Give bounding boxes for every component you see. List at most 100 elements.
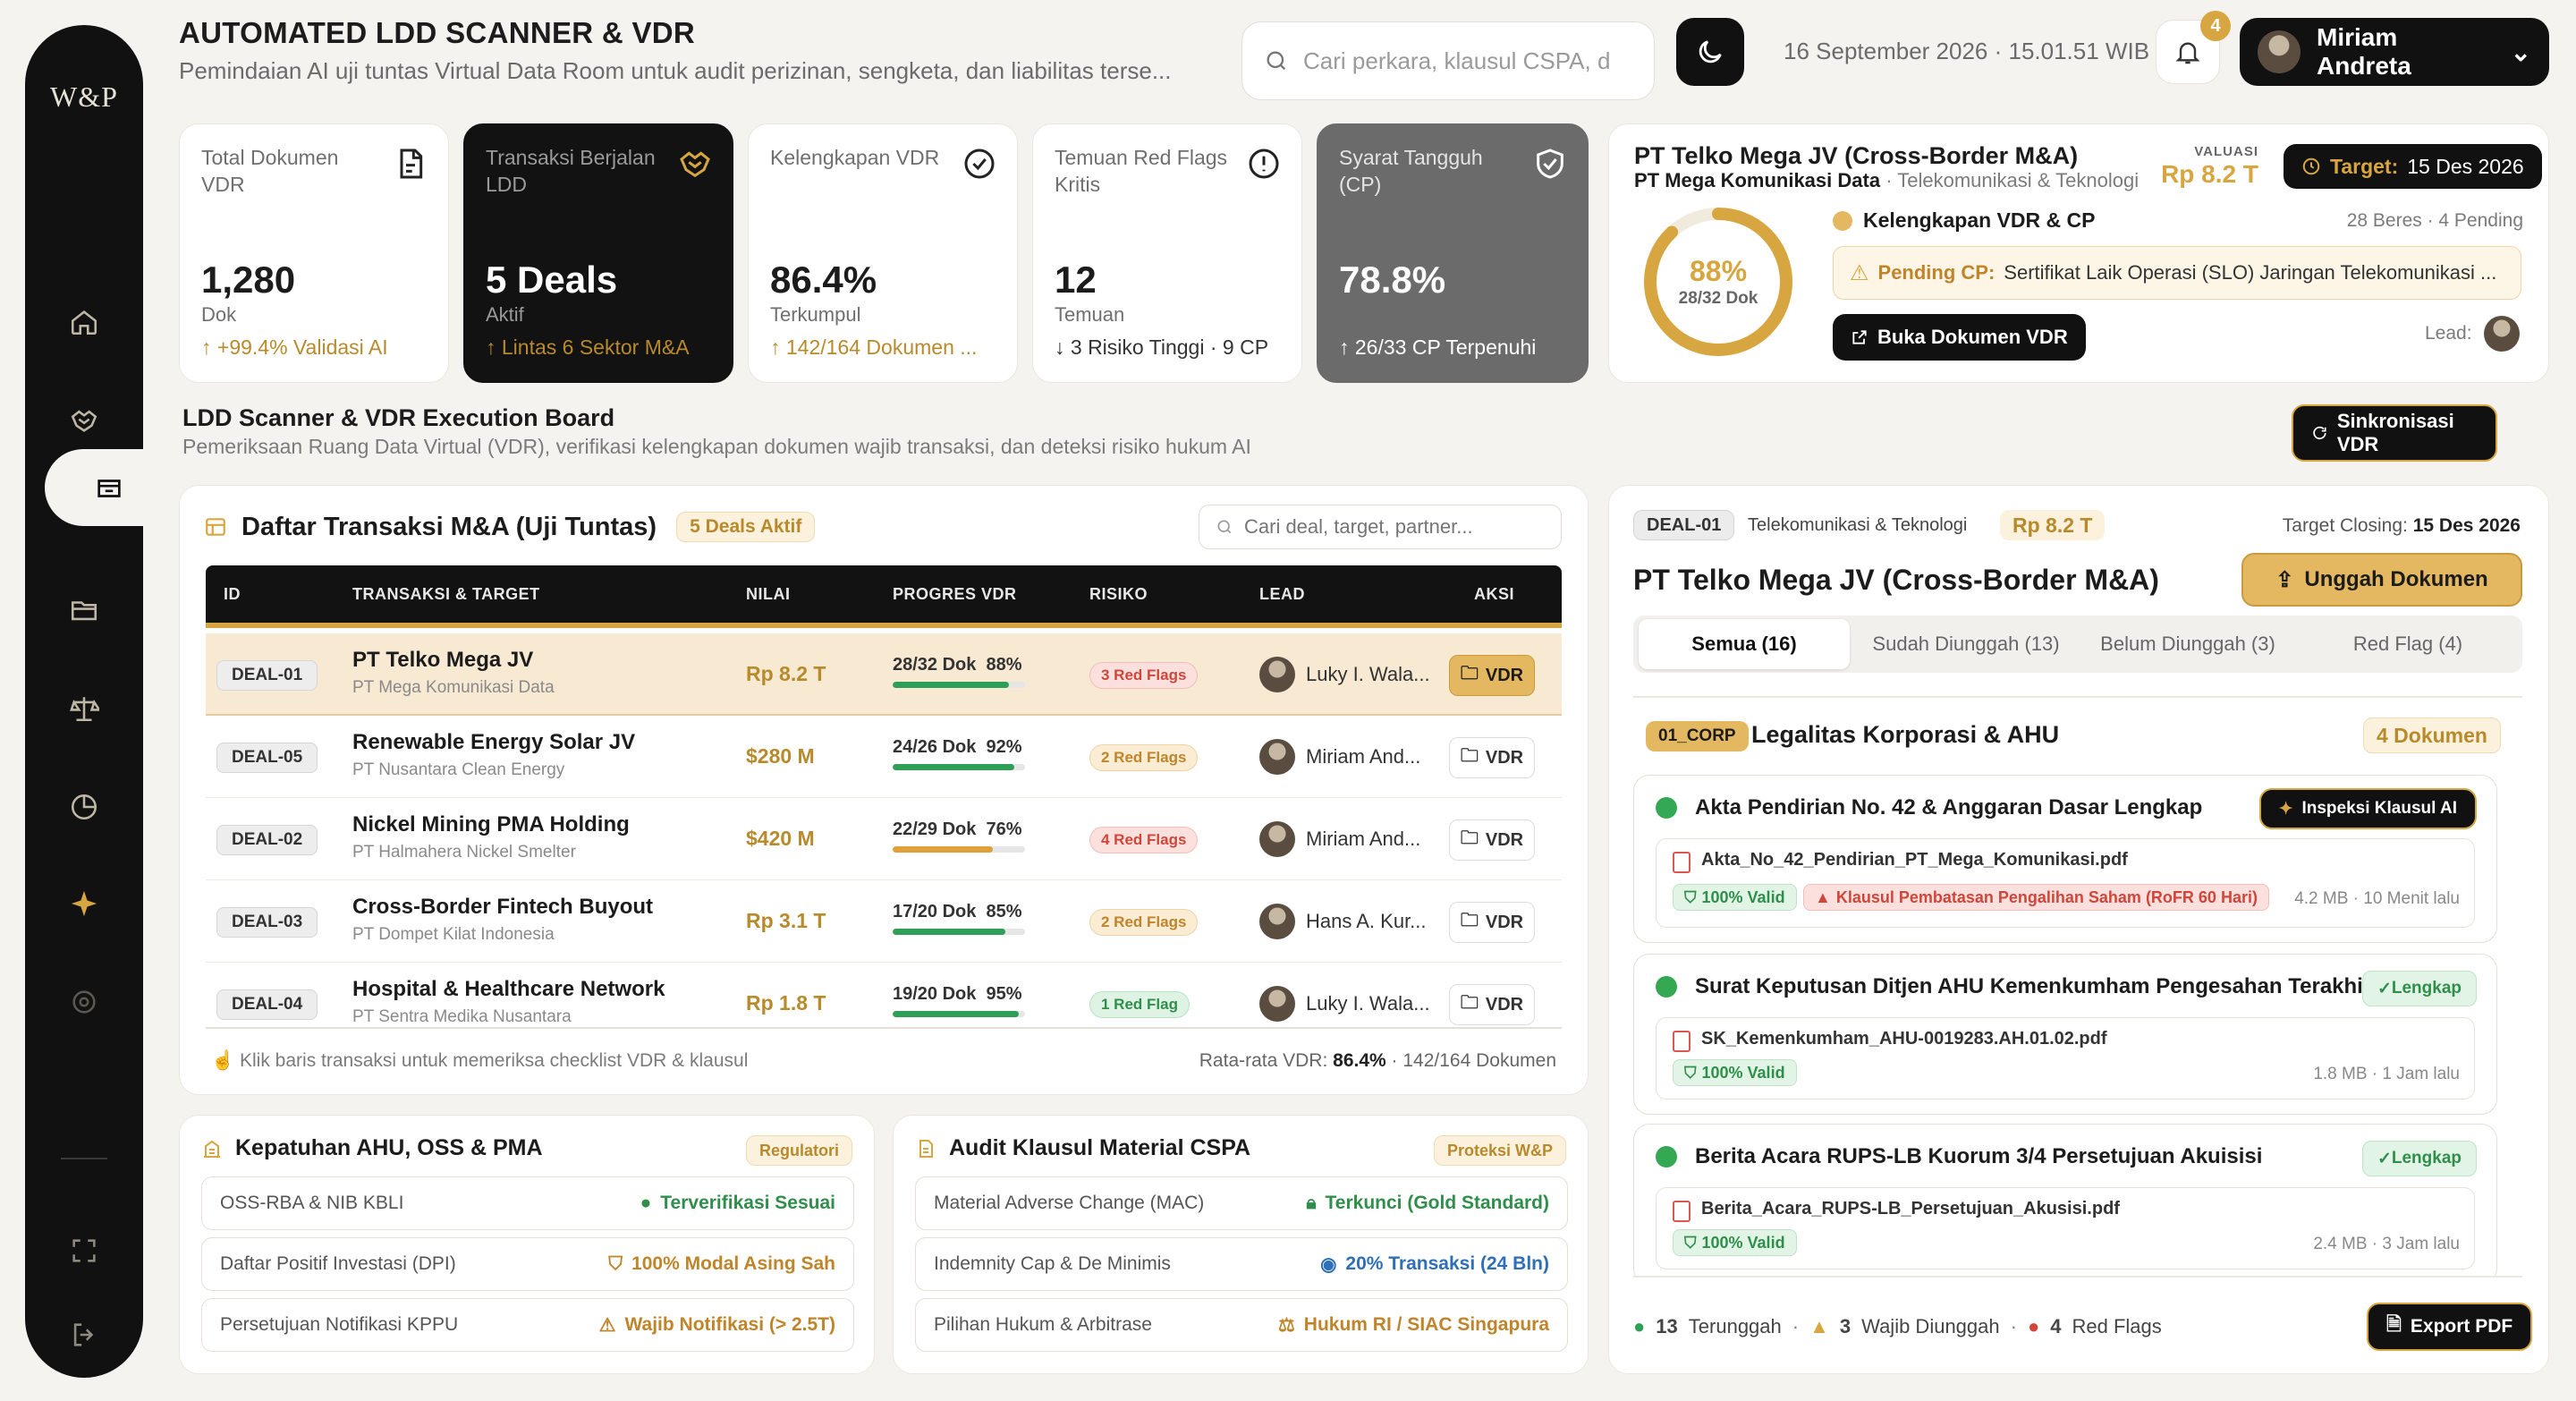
kpi-value: 5 Deals [486,259,618,301]
board-title: LDD Scanner & VDR Execution Board [182,404,615,431]
document-title: Surat Keputusan Ditjen AHU Kemenkumham P… [1695,974,2372,998]
kpi-footnote: ↑ 26/33 CP Terpenuhi [1339,335,1537,359]
kpi-label: Syarat Tangguh (CP) [1339,146,1483,196]
shield-check-icon: ⛉ [1684,1063,1697,1082]
check-circle-icon [1656,797,1677,819]
compliance-item[interactable]: Persetujuan Notifikasi KPPU ⚠ Wajib Notif… [201,1298,854,1352]
kpi-conditions-precedent[interactable]: Syarat Tangguh (CP) 78.8% ↑ 26/33 CP Ter… [1317,123,1589,383]
shield-check-icon: ⛉ [1684,1233,1697,1252]
tab-not-uploaded[interactable]: Belum Diunggah (3) [2077,619,2299,669]
deal-summary-title: PT Telko Mega JV (Cross-Border M&A) [1634,142,2079,169]
export-pdf-button[interactable]: 🗎 Export PDF [2367,1303,2533,1351]
shield-check-icon [1537,149,1563,179]
pdf-icon [1673,852,1690,873]
global-search[interactable] [1241,21,1655,100]
kpi-label: Transaksi Berjalan LDD [486,146,656,196]
column-header: NILAI [746,585,791,603]
deals-search[interactable] [1199,505,1562,549]
inspect-clause-button[interactable]: ✦ Inspeksi Klausul AI [2258,788,2477,829]
document-file[interactable]: Akta_No_42_Pendirian_PT_Mega_Komunikasi.… [1656,838,2475,928]
sync-vdr-button[interactable]: Sinkronisasi VDR [2292,404,2497,462]
kpi-value: 78.8% [1339,259,1446,301]
pending-cp-alert[interactable]: ⚠ Pending CP: Sertifikat Laik Operasi (S… [1833,246,2521,300]
document-file[interactable]: Berita_Acara_RUPS-LB_Persetujuan_Akusisi… [1656,1187,2475,1269]
deal-target: PT Mega Komunikasi Data [352,678,555,697]
completeness-stats: 28 Beres · 4 Pending [2346,210,2523,231]
open-vdr-button[interactable]: 🗀 VDR [1449,655,1535,696]
document-item[interactable]: Surat Keputusan Ditjen AHU Kemenkumham P… [1633,954,2497,1115]
column-header: TRANSAKSI & TARGET [352,585,540,603]
user-menu[interactable]: Miriam Andreta ⌄ [2240,18,2549,86]
document-file[interactable]: SK_Kemenkumham_AHU-0019283.AH.01.02.pdf … [1656,1017,2475,1100]
status-badge: ✓ Lengkap [2361,971,2477,1006]
chevron-down-icon: ⌄ [2510,38,2531,66]
upload-document-button[interactable]: ⇪ Unggah Dokumen [2241,553,2522,607]
tab-all[interactable]: Semua (16) [1639,619,1850,669]
kpi-unit: Temuan [1055,303,1125,326]
logout-icon[interactable] [48,1299,120,1371]
deal-progress-text: 28/32 Dok 88% [893,655,1022,675]
kpi-value: 1,280 [201,259,296,301]
deals-search-input[interactable] [1244,515,1548,539]
kpi-active-deals[interactable]: Transaksi Berjalan LDD 5 Deals Aktif ↑ L… [463,123,733,383]
user-name: Miriam Andreta [2317,23,2411,80]
divider [1633,1276,2522,1278]
column-header: LEAD [1259,585,1305,603]
column-header: PROGRES VDR [893,585,1017,603]
document-title: Akta Pendirian No. 42 & Anggaran Dasar L… [1695,795,2203,819]
table-row[interactable]: DEAL-01 PT Telko Mega JV PT Mega Komunik… [206,633,1562,716]
file-name: SK_Kemenkumham_AHU-0019283.AH.01.02.pdf [1701,1029,2107,1049]
cspa-item[interactable]: Pilihan Hukum & Arbitrase ⚖ Hukum RI / SI… [915,1298,1568,1352]
tab-uploaded[interactable]: Sudah Diunggah (13) [1855,619,2077,669]
shield-check-icon: ⛉ [1684,887,1697,906]
kpi-unit: Terkumpul [770,303,861,326]
theme-toggle-button[interactable] [1676,18,1744,86]
document-item[interactable]: Akta Pendirian No. 42 & Anggaran Dasar L… [1633,775,2497,943]
deal-id: DEAL-01 [216,660,318,691]
kpi-red-flags[interactable]: Temuan Red Flags Kritis 12 Temuan ↓ 3 Ri… [1032,123,1302,383]
handshake-icon[interactable] [48,385,120,456]
board-subtitle: Pemeriksaan Ruang Data Virtual (VDR), ve… [182,435,1251,458]
avatar [2484,316,2520,352]
kpi-footnote: ↑ Lintas 6 Sektor M&A [486,335,690,359]
deal-value: Rp 8.2 T [746,662,826,685]
home-icon[interactable] [48,286,120,358]
kpi-total-documents[interactable]: Total Dokumen VDR 1,280 Dok ↑ +99.4% Val… [179,123,449,383]
file-meta: 1.8 MB · 1 Jam lalu [2313,1065,2460,1083]
table-header-row: ID TRANSAKSI & TARGET NILAI PROGRES VDR … [206,565,1562,628]
document-icon: 🗎 [2386,1313,2402,1335]
kpi-vdr-completeness[interactable]: Kelengkapan VDR 86.4% Terkumpul ↑ 142/16… [748,123,1018,383]
deal-value: $280 M [746,744,815,768]
page-title: AUTOMATED LDD SCANNER & VDR [179,16,696,49]
tab-red-flag[interactable]: Red Flag (4) [2299,619,2517,669]
file-name: Akta_No_42_Pendirian_PT_Mega_Komunikasi.… [1701,850,2128,870]
deal-name: PT Telko Mega JV [352,648,534,672]
doc-footer-stats: ● 13 Terunggah · ▲ 3 Wajib Diunggah · ● 4 Red … [1633,1315,2162,1337]
kpi-label: Kelengkapan VDR [770,146,940,169]
valuation-label: VALUASI [2194,144,2258,159]
target-closing: Target Closing: 15 Des 2026 [2282,515,2521,536]
progress-bar [893,682,1025,688]
red-flag-badge: ▲ Klausul Pembatasan Pengalihan Saham (Ro… [1803,884,2269,911]
external-link-icon [1852,330,1867,344]
sparkle-icon: ✦ [2278,799,2293,819]
valid-badge: ⛉ 100% Valid [1673,1229,1797,1256]
deal-lead: Miriam And... [1259,739,1420,775]
check-circle-icon: ● [1633,1315,1646,1337]
kpi-footnote: ↓ 3 Risiko Tinggi · 9 CP [1055,335,1269,359]
open-vdr-button[interactable]: Buka Dokumen VDR [1833,314,2086,361]
status-badge: ✓ Lengkap [2361,1141,2477,1176]
brand-logo: W&P [50,81,118,113]
vdr-icon[interactable] [73,453,145,524]
bell-icon [2175,42,2200,64]
deal-value-badge: Rp 8.2 T [2000,510,2106,540]
table-icon [206,518,225,536]
kpi-unit: Dok [201,303,237,326]
deals-table-title: Daftar Transaksi M&A (Uji Tuntas) [242,512,657,541]
datetime: 16 September 2026 · 15.01.51 WIB [1784,38,2150,64]
alert-circle-icon [1249,149,1279,179]
document-title: Berita Acara RUPS-LB Kuorum 3/4 Persetuj… [1695,1144,2263,1168]
status-dot-icon [1833,210,1852,231]
search-input[interactable] [1303,47,1643,75]
document-item[interactable]: Berita Acara RUPS-LB Kuorum 3/4 Persetuj… [1633,1124,2497,1276]
